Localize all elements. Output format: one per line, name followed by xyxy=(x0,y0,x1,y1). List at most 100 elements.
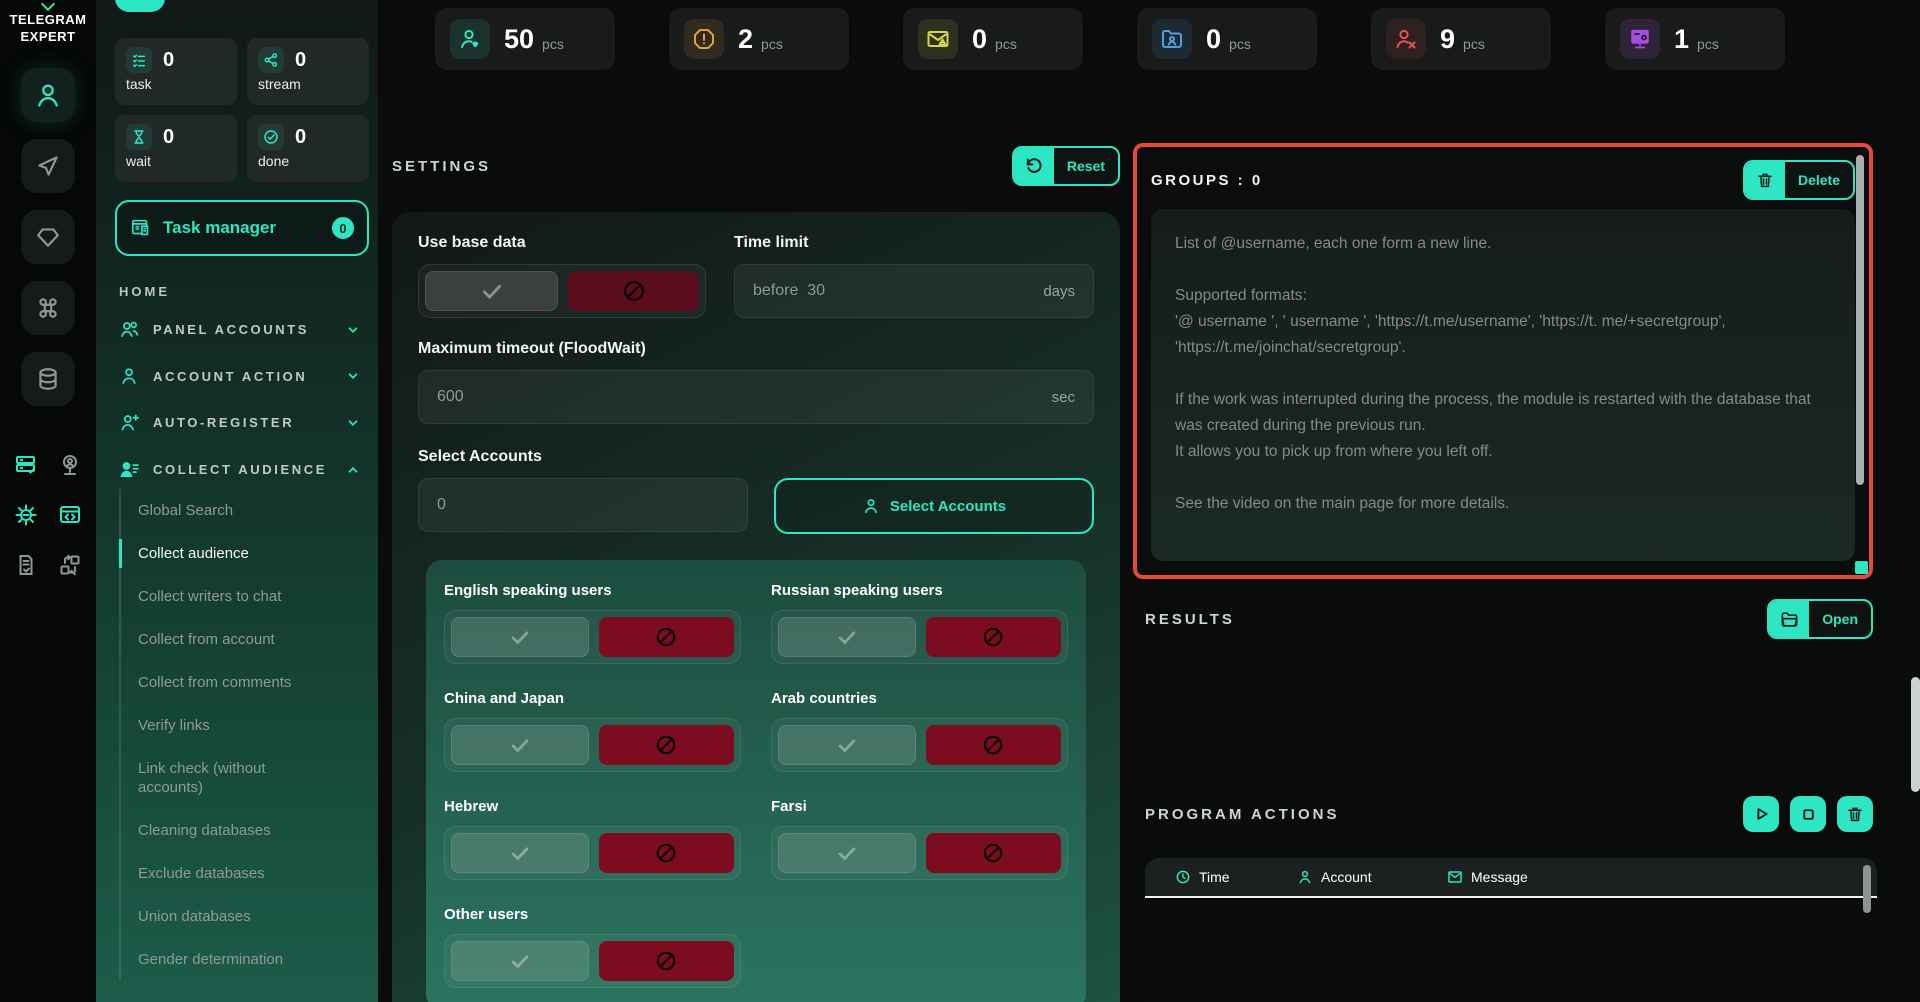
reset-button[interactable]: Reset xyxy=(1011,146,1120,186)
results-title: RESULTS xyxy=(1145,610,1235,628)
stop-button[interactable] xyxy=(1790,796,1826,832)
toggle-no-option[interactable] xyxy=(598,941,734,981)
check-icon xyxy=(511,847,528,861)
user-webcam-icon[interactable] xyxy=(57,452,83,478)
column-message: Message xyxy=(1447,869,1528,885)
submenu-global-search[interactable]: Global Search xyxy=(121,489,371,532)
menu-collect-audience[interactable]: COLLECT AUDIENCE xyxy=(96,446,378,493)
lang-arab-toggle xyxy=(771,718,1068,772)
use-base-data-label: Use base data xyxy=(418,234,526,251)
max-timeout-input[interactable]: 600 sec xyxy=(418,370,1094,424)
toggle-no-option[interactable] xyxy=(925,725,1061,765)
submenu-collect-audience[interactable]: Collect audience xyxy=(119,532,371,575)
toggle-yes-option[interactable] xyxy=(425,271,558,311)
submenu-union-databases[interactable]: Union databases xyxy=(121,895,371,938)
toggle-no-option[interactable] xyxy=(598,725,734,765)
toggle-yes-option[interactable] xyxy=(451,617,589,657)
chevron-up-icon xyxy=(346,463,360,477)
check-icon xyxy=(838,739,855,753)
lang-other-label: Other users xyxy=(444,906,529,923)
task-manager-button[interactable]: Task manager 0 xyxy=(115,200,369,256)
submenu-gender-determination[interactable]: Gender determination xyxy=(121,938,371,981)
toggle-yes-option[interactable] xyxy=(451,833,589,873)
hourglass-icon xyxy=(126,124,152,150)
toggle-no-option[interactable] xyxy=(598,833,734,873)
toggle-yes-option[interactable] xyxy=(451,941,589,981)
toggle-no-option[interactable] xyxy=(598,617,734,657)
stat-unit: pcs xyxy=(542,35,564,52)
lang-other-toggle xyxy=(444,934,741,988)
open-results-button[interactable]: Open xyxy=(1767,599,1873,639)
block-icon xyxy=(656,843,676,863)
stat-stream-label: stream xyxy=(258,76,301,92)
menu-account-action[interactable]: ACCOUNT ACTION xyxy=(96,353,378,399)
table-scrollbar[interactable] xyxy=(1863,865,1871,913)
block-icon xyxy=(983,843,1003,863)
sidebar-menu: PANEL ACCOUNTS ACCOUNT ACTION AUTO-REGIS xyxy=(96,306,378,493)
rail-commands-button[interactable] xyxy=(21,280,75,335)
document-check-icon[interactable] xyxy=(13,552,39,578)
submenu-link-check[interactable]: Link check (without accounts) xyxy=(121,747,301,809)
rail-accounts-button[interactable] xyxy=(21,67,75,122)
block-icon xyxy=(656,735,676,755)
select-accounts-button[interactable]: Select Accounts xyxy=(774,478,1094,534)
submenu-collect-writers[interactable]: Collect writers to chat xyxy=(121,575,371,618)
block-icon xyxy=(983,735,1003,755)
alert-octagon-icon xyxy=(684,19,724,59)
lang-farsi-toggle xyxy=(771,826,1068,880)
gear-icon[interactable] xyxy=(13,502,39,528)
block-icon xyxy=(983,627,1003,647)
groups-scrollbar[interactable] xyxy=(1856,155,1864,485)
task-manager-badge: 0 xyxy=(332,217,354,239)
rail-premium-button[interactable] xyxy=(21,209,75,264)
toggle-no-option[interactable] xyxy=(925,617,1061,657)
sidebar-top-pill[interactable] xyxy=(115,0,165,12)
time-limit-input[interactable]: before 30 days xyxy=(734,264,1094,318)
toggle-yes-option[interactable] xyxy=(451,725,589,765)
submenu-verify-links[interactable]: Verify links xyxy=(121,704,371,747)
app-window: TELEGRAM EXPERT 0 task 0 stream 0 wait 0… xyxy=(0,0,1920,1002)
delete-button[interactable]: Delete xyxy=(1742,160,1855,200)
stat-value: 0 xyxy=(972,23,988,54)
language-filters-panel: English speaking users Russian speaking … xyxy=(426,560,1086,1002)
groups-textarea[interactable]: List of @username, each one form a new l… xyxy=(1151,209,1855,561)
submenu-collect-from-comments[interactable]: Collect from comments xyxy=(121,661,371,704)
toggle-yes-option[interactable] xyxy=(778,833,916,873)
toggle-yes-option[interactable] xyxy=(778,617,916,657)
submenu-cleaning-databases[interactable]: Cleaning databases xyxy=(121,809,371,852)
page-scrollbar[interactable] xyxy=(1911,677,1920,792)
block-icon xyxy=(623,280,644,302)
menu-panel-accounts[interactable]: PANEL ACCOUNTS xyxy=(96,306,378,353)
submenu-collect-from-account[interactable]: Collect from account xyxy=(121,618,371,661)
folder-icon xyxy=(1769,601,1810,637)
toggle-no-option[interactable] xyxy=(568,271,699,311)
lang-china-japan-toggle xyxy=(444,718,741,772)
settings-panel: Use base data Time limit before 30 days xyxy=(392,212,1120,1002)
user-icon xyxy=(1297,869,1313,885)
sidebar-stats: 0 task 0 stream 0 wait 0 done xyxy=(115,38,369,182)
toggle-no-option[interactable] xyxy=(925,833,1061,873)
user-plus-icon xyxy=(119,412,141,433)
stream-icon xyxy=(258,47,284,73)
server-check-icon[interactable] xyxy=(13,452,39,478)
diamond-icon xyxy=(37,228,59,247)
menu-auto-register[interactable]: AUTO-REGISTER xyxy=(96,399,378,446)
start-button[interactable] xyxy=(1743,796,1779,832)
rail-send-button[interactable] xyxy=(21,138,75,193)
stat-card-stream: 0 stream xyxy=(247,38,369,105)
open-results-label: Open xyxy=(1822,611,1858,627)
submenu-exclude-databases[interactable]: Exclude databases xyxy=(121,852,371,895)
toggle-yes-option[interactable] xyxy=(778,725,916,765)
stat-unit: pcs xyxy=(761,35,783,52)
rail-database-button[interactable] xyxy=(21,351,75,406)
swap-squares-icon[interactable] xyxy=(57,552,83,578)
select-accounts-input[interactable]: 0 xyxy=(418,478,748,532)
groups-resize-handle[interactable] xyxy=(1855,561,1868,574)
menu-panel-accounts-label: PANEL ACCOUNTS xyxy=(153,322,310,337)
clear-log-button[interactable] xyxy=(1837,796,1873,832)
lang-russian-toggle xyxy=(771,610,1068,664)
user-icon xyxy=(864,499,877,514)
home-section-label: HOME xyxy=(119,284,170,299)
lang-farsi-label: Farsi xyxy=(771,798,807,815)
code-window-icon[interactable] xyxy=(57,502,83,528)
